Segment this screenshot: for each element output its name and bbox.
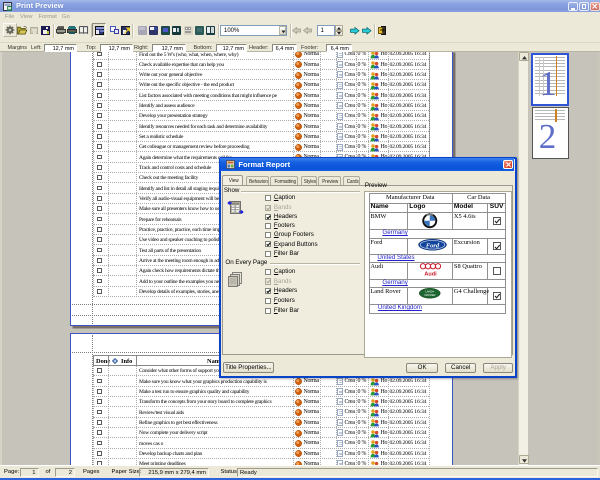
svg-text:Audi: Audi [424, 271, 437, 277]
svg-text:BMW: BMW [426, 213, 433, 217]
svg-text:LAND=: LAND= [425, 290, 434, 294]
svg-text:=ROVER: =ROVER [424, 293, 435, 297]
svg-text:Ford: Ford [426, 243, 440, 250]
